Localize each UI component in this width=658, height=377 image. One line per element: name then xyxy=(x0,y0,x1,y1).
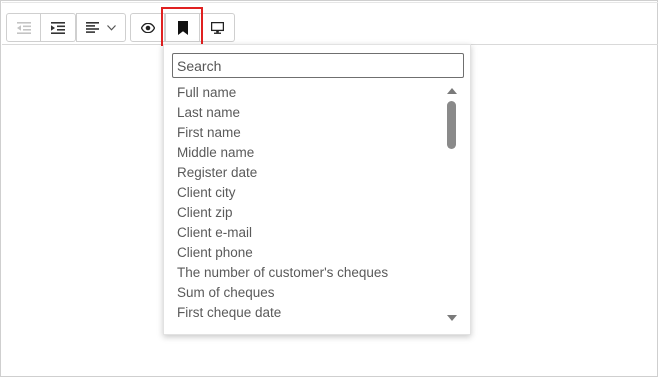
chevron-down-icon xyxy=(107,24,116,31)
list-item[interactable]: The number of customer's cheques xyxy=(164,263,454,283)
outdent-button[interactable] xyxy=(6,13,41,42)
editor-toolbar xyxy=(2,9,658,45)
list-item[interactable]: Full name xyxy=(164,83,454,103)
monitor-icon xyxy=(210,21,224,34)
scroll-down-arrow-icon[interactable] xyxy=(447,315,457,321)
bookmark-icon xyxy=(177,20,188,35)
field-dropdown: Full name Last name First name Middle na… xyxy=(163,44,471,335)
scroll-thumb[interactable] xyxy=(447,101,456,149)
align-left-icon xyxy=(86,22,99,33)
bookmark-button[interactable] xyxy=(165,13,200,42)
list-item[interactable]: Client phone xyxy=(164,243,454,263)
preview-button[interactable] xyxy=(130,13,165,42)
list-item[interactable]: Client city xyxy=(164,183,454,203)
outdent-icon xyxy=(16,21,31,34)
field-list: Full name Last name First name Middle na… xyxy=(164,83,454,326)
editor-frame: Full name Last name First name Middle na… xyxy=(0,0,658,377)
list-item[interactable]: Sum of cheques xyxy=(164,283,454,303)
search-input[interactable] xyxy=(172,53,464,78)
top-divider xyxy=(2,2,658,3)
list-scrollbar[interactable] xyxy=(444,85,460,323)
list-item[interactable]: Last name xyxy=(164,103,454,123)
align-dropdown-button[interactable] xyxy=(76,13,126,42)
list-item[interactable]: Client e-mail xyxy=(164,223,454,243)
monitor-button[interactable] xyxy=(200,13,235,42)
list-item[interactable]: Middle name xyxy=(164,143,454,163)
list-item[interactable]: First name xyxy=(164,123,454,143)
indent-icon xyxy=(51,21,65,34)
list-item[interactable]: Register date xyxy=(164,163,454,183)
eye-icon xyxy=(140,22,155,33)
indent-button[interactable] xyxy=(41,13,76,42)
list-item[interactable]: Client zip xyxy=(164,203,454,223)
scroll-up-arrow-icon[interactable] xyxy=(447,88,457,94)
list-item[interactable]: First cheque date xyxy=(164,303,454,323)
